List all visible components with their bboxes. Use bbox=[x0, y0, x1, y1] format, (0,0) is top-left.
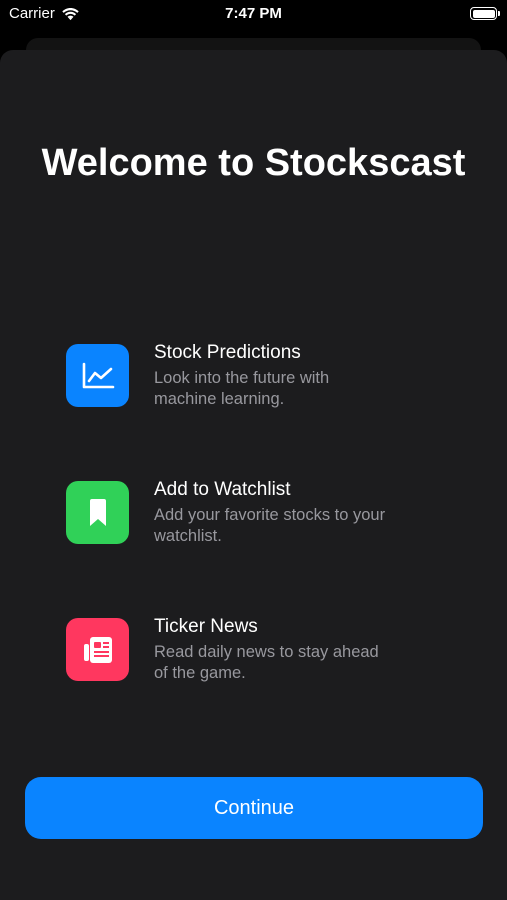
feature-description: Add your favorite stocks to your watchli… bbox=[154, 506, 386, 545]
feature-stock-predictions: Stock Predictions Look into the future w… bbox=[66, 342, 466, 414]
feature-ticker-news: Ticker News Read daily news to stay ahea… bbox=[66, 616, 466, 688]
feature-description: Look into the future with machine learni… bbox=[154, 369, 330, 408]
battery-icon bbox=[470, 7, 500, 20]
battery-level bbox=[472, 9, 495, 18]
feature-title: Add to Watchlist bbox=[154, 479, 291, 500]
status-bar: Carrier 7:47 PM bbox=[0, 0, 507, 30]
battery-cap bbox=[498, 11, 500, 16]
status-time: 7:47 PM bbox=[225, 5, 282, 22]
newspaper-icon bbox=[66, 618, 129, 681]
feature-description: Read daily news to stay ahead of the gam… bbox=[154, 643, 379, 682]
chart-line-icon bbox=[66, 344, 129, 407]
feature-title: Stock Predictions bbox=[154, 342, 301, 363]
continue-button[interactable]: Continue bbox=[25, 777, 483, 839]
feature-title: Ticker News bbox=[154, 616, 258, 637]
welcome-sheet: Welcome to Stockscast Stock Predictions … bbox=[0, 50, 507, 900]
bookmark-icon bbox=[66, 481, 129, 544]
feature-add-to-watchlist: Add to Watchlist Add your favorite stock… bbox=[66, 479, 466, 551]
welcome-title: Welcome to Stockscast bbox=[41, 142, 466, 184]
